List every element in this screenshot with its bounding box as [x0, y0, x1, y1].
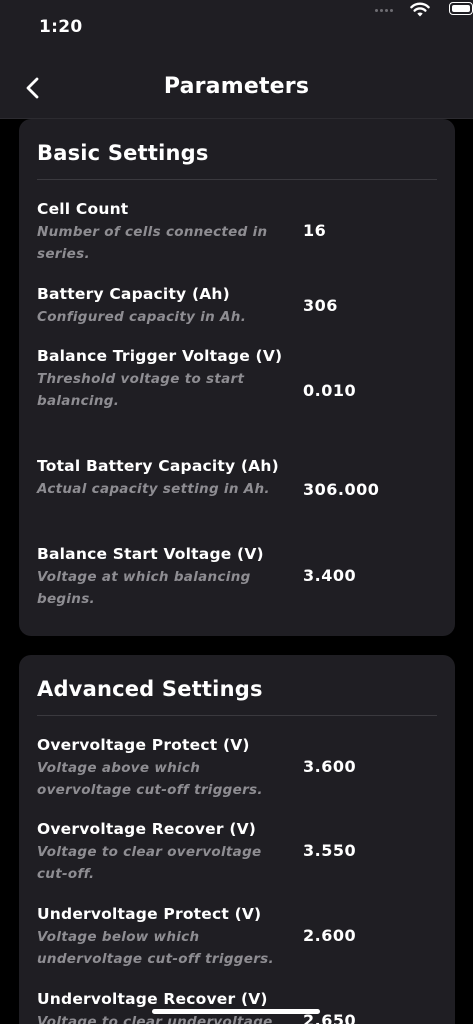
advanced-settings-card: Advanced Settings Overvoltage Protect (V…	[19, 655, 455, 1024]
param-value[interactable]: 3.600	[303, 757, 356, 776]
param-description: Number of cells connected in series.	[37, 224, 268, 262]
param-label: Total Battery Capacity (Ah)	[37, 457, 279, 475]
status-time: 1:20	[39, 17, 83, 37]
param-value[interactable]: 0.010	[303, 381, 356, 400]
battery-icon	[449, 2, 473, 15]
basic-settings-card: Basic Settings Cell Count Number of cell…	[19, 119, 455, 636]
home-indicator	[152, 1009, 320, 1014]
param-description: Threshold voltage to start balancing.	[37, 371, 245, 409]
param-description: Voltage above which overvoltage cut-off …	[37, 760, 263, 798]
parameters-list[interactable]: Basic Settings Cell Count Number of cell…	[0, 119, 473, 1024]
param-description: Voltage to clear overvoltage cut-off.	[37, 844, 262, 882]
param-description: Actual capacity setting in Ah.	[37, 481, 270, 497]
param-label: Cell Count	[37, 200, 129, 218]
navigation-bar: Parameters	[0, 58, 473, 119]
status-bar: 1:20	[0, 0, 473, 58]
param-value[interactable]: 3.550	[303, 841, 356, 860]
param-label: Balance Trigger Voltage (V)	[37, 347, 283, 365]
param-description: Voltage below which undervoltage cut-off…	[37, 929, 274, 967]
cellular-signal-icon	[375, 8, 397, 14]
divider	[37, 179, 437, 180]
param-label: Balance Start Voltage (V)	[37, 545, 264, 563]
param-label: Undervoltage Protect (V)	[37, 905, 262, 923]
param-label: Battery Capacity (Ah)	[37, 285, 230, 303]
param-value[interactable]: 306	[303, 296, 338, 315]
page-title: Parameters	[163, 74, 310, 99]
divider	[37, 715, 437, 716]
section-title: Advanced Settings	[37, 677, 263, 701]
param-description: Voltage at which balancing begins.	[37, 569, 251, 607]
param-value[interactable]: 16	[303, 221, 326, 240]
param-description: Configured capacity in Ah.	[37, 309, 247, 325]
param-label: Overvoltage Protect (V)	[37, 736, 250, 754]
param-value[interactable]: 306.000	[303, 480, 379, 499]
param-value[interactable]: 2.600	[303, 926, 356, 945]
wifi-icon	[410, 2, 430, 17]
section-title: Basic Settings	[37, 141, 209, 165]
param-label: Overvoltage Recover (V)	[37, 820, 257, 838]
param-value[interactable]: 3.400	[303, 566, 356, 585]
